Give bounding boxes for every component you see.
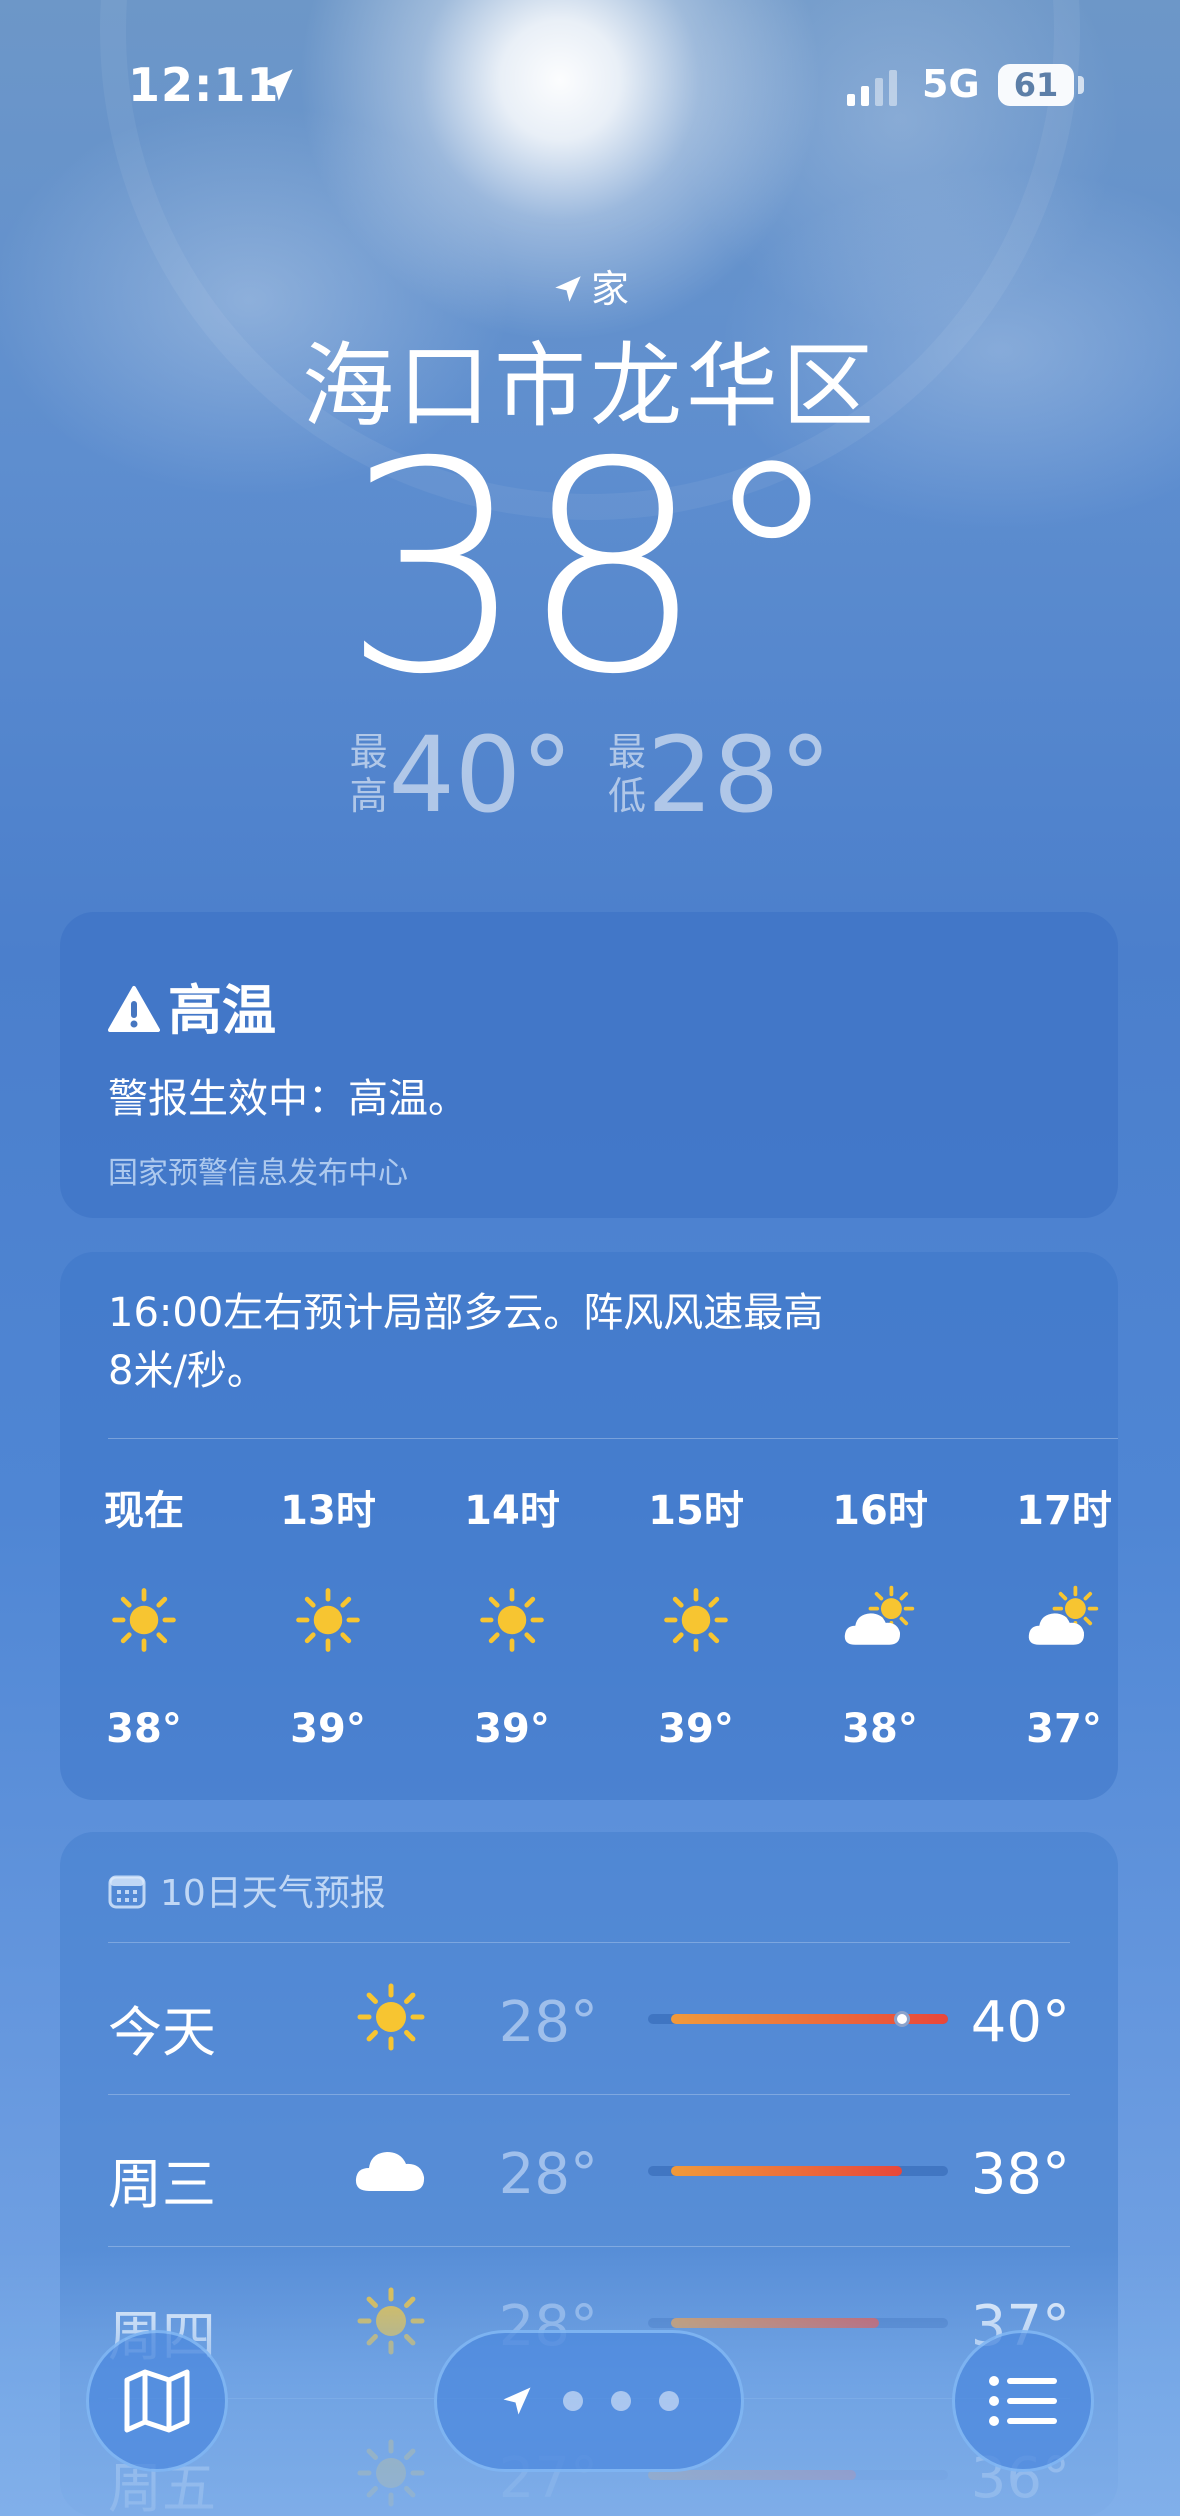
map-button[interactable] bbox=[86, 2330, 228, 2472]
day-icon bbox=[346, 2276, 436, 2366]
day-high-temp: 40° bbox=[970, 1990, 1070, 2055]
page-dot[interactable] bbox=[563, 2391, 583, 2411]
hour-column: 15时 39° bbox=[626, 1478, 766, 1752]
divider bbox=[108, 1942, 1070, 1943]
high-label: 最高 bbox=[349, 730, 388, 818]
current-temperature: 38° bbox=[341, 401, 844, 738]
hour-label: 14时 bbox=[464, 1488, 560, 1534]
home-label-text: 家 bbox=[590, 267, 629, 311]
hour-column: 13时 39° bbox=[258, 1478, 398, 1752]
hour-column: 14时 39° bbox=[442, 1478, 582, 1752]
location-arrow-icon bbox=[261, 69, 293, 101]
page-indicator[interactable] bbox=[434, 2330, 744, 2472]
sun-icon bbox=[112, 1588, 176, 1652]
hour-icon bbox=[258, 1580, 398, 1660]
sun-icon bbox=[664, 1588, 728, 1652]
temperature-range-fill bbox=[671, 2166, 902, 2176]
battery-icon: 61 bbox=[998, 64, 1074, 106]
hour-temp: 39° bbox=[474, 1706, 550, 1752]
hour-icon bbox=[442, 1580, 582, 1660]
current-temp-marker bbox=[893, 2011, 910, 2027]
sun-icon bbox=[296, 1588, 360, 1652]
temperature-range-bar bbox=[648, 2470, 948, 2480]
battery-nub bbox=[1078, 76, 1084, 94]
hourly-summary-line-1: 16:00左右预计局部多云。阵风风速最高 bbox=[108, 1290, 824, 1336]
alert-source: 国家预警信息发布中心 bbox=[108, 1156, 408, 1191]
partly-cloudy-icon bbox=[1028, 1585, 1099, 1645]
cloud-icon bbox=[355, 2152, 425, 2191]
alert-title: 高温 bbox=[108, 966, 276, 1045]
sun-icon bbox=[357, 2439, 425, 2507]
day-icon bbox=[346, 2428, 436, 2516]
page-dot[interactable] bbox=[659, 2391, 679, 2411]
partly-cloudy-icon bbox=[844, 1585, 915, 1645]
hour-label: 17时 bbox=[1016, 1488, 1112, 1534]
hourly-summary: 16:00左右预计局部多云。阵风风速最高 8米/秒。 bbox=[108, 1284, 1008, 1400]
hour-temp: 38° bbox=[106, 1706, 182, 1752]
hour-icon bbox=[994, 1580, 1118, 1660]
day-name: 周三 bbox=[108, 2153, 216, 2216]
location-arrow-icon[interactable] bbox=[499, 2383, 535, 2419]
divider bbox=[108, 1438, 1118, 1439]
calendar-icon bbox=[108, 1875, 146, 1909]
status-bar: 12:11 5G 61 bbox=[0, 0, 1180, 170]
day-low-temp: 28° bbox=[498, 1990, 598, 2055]
hour-label: 16时 bbox=[832, 1488, 928, 1534]
temperature-range-fill bbox=[671, 2318, 879, 2328]
day-row[interactable]: 周三 28° 38° bbox=[108, 2096, 1070, 2246]
day-row[interactable]: 今天 28° 40° bbox=[108, 1944, 1070, 2094]
hour-temp: 39° bbox=[290, 1706, 366, 1752]
high-temperature: 40° bbox=[388, 714, 573, 836]
hour-label: 15时 bbox=[648, 1488, 744, 1534]
hourly-summary-line-2: 8米/秒。 bbox=[108, 1348, 267, 1394]
divider bbox=[108, 2094, 1070, 2095]
low-label: 最低 bbox=[607, 730, 646, 818]
daily-forecast-header: 10日天气预报 bbox=[108, 1864, 386, 1916]
day-icon bbox=[346, 1972, 436, 2062]
list-icon bbox=[989, 2376, 1057, 2426]
temperature-range-bar bbox=[648, 2318, 948, 2328]
location-label: 家 bbox=[0, 258, 1180, 313]
hour-icon bbox=[810, 1580, 950, 1660]
day-icon bbox=[346, 2124, 436, 2214]
hour-column: 17时 37° bbox=[994, 1478, 1118, 1752]
hour-label: 13时 bbox=[280, 1488, 376, 1534]
high-low-temperatures: 最高40° 最低28° bbox=[0, 720, 1180, 830]
hour-temp: 39° bbox=[658, 1706, 734, 1752]
day-name: 今天 bbox=[108, 2001, 216, 2064]
hour-column: 16时 38° bbox=[810, 1478, 950, 1752]
hour-label: 现在 bbox=[104, 1488, 184, 1534]
hourly-forecast-card[interactable]: 16:00左右预计局部多云。阵风风速最高 8米/秒。 现在 38° 13时 39° 14… bbox=[60, 1252, 1118, 1800]
page-dot[interactable] bbox=[611, 2391, 631, 2411]
hour-temp: 37° bbox=[1026, 1706, 1102, 1752]
signal-bars-icon bbox=[847, 70, 897, 106]
day-low-temp: 28° bbox=[498, 2142, 598, 2207]
temperature-range-bar bbox=[648, 2011, 948, 2027]
hour-icon bbox=[74, 1580, 214, 1660]
hour-icon bbox=[626, 1580, 766, 1660]
hour-temp: 38° bbox=[842, 1706, 918, 1752]
sun-icon bbox=[357, 1983, 425, 2051]
warning-triangle-icon bbox=[108, 986, 160, 1032]
daily-header-text: 10日天气预报 bbox=[160, 1873, 386, 1914]
divider bbox=[108, 2246, 1070, 2247]
location-arrow-icon bbox=[555, 276, 581, 302]
low-temperature: 28° bbox=[647, 714, 832, 836]
network-type: 5G bbox=[922, 62, 980, 106]
map-icon bbox=[124, 2369, 190, 2433]
day-high-temp: 38° bbox=[970, 2142, 1070, 2207]
alert-title-text: 高温 bbox=[168, 979, 276, 1042]
temperature-range-bar bbox=[648, 2166, 948, 2176]
sun-icon bbox=[480, 1588, 544, 1652]
weather-alert-card[interactable]: 高温 警报生效中：高温。 国家预警信息发布中心 bbox=[60, 912, 1118, 1218]
hour-column: 现在 38° bbox=[74, 1478, 214, 1752]
alert-body: 警报生效中：高温。 bbox=[108, 1076, 468, 1122]
city-list-button[interactable] bbox=[952, 2330, 1094, 2472]
sun-icon bbox=[357, 2287, 425, 2355]
